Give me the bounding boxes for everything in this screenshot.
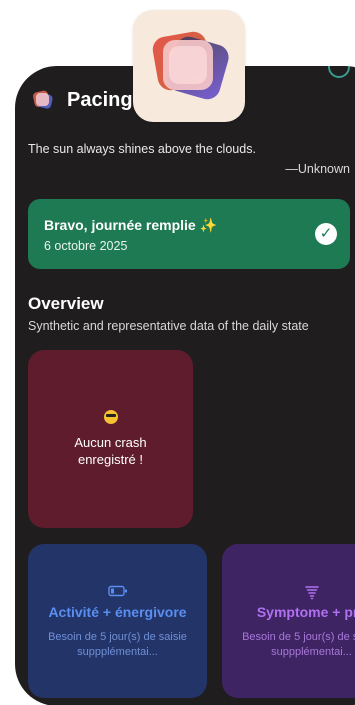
- day-complete-date: 6 octobre 2025: [44, 239, 128, 253]
- tornado-icon: [222, 584, 355, 600]
- pacing-logo-icon: [31, 88, 55, 112]
- app-title: Pacing: [67, 88, 133, 111]
- battery-low-icon: [28, 584, 207, 598]
- nav-bar: Pacing: [31, 88, 133, 112]
- phone-frame: Pacing The sun always shines above the c…: [15, 66, 355, 705]
- daily-quote: The sun always shines above the clouds. …: [28, 142, 350, 176]
- quote-author: —Unknown: [285, 162, 350, 176]
- quote-text: The sun always shines above the clouds.: [28, 142, 256, 156]
- day-complete-title: Bravo, journée remplie ✨: [44, 217, 218, 233]
- crash-summary-message: Aucun crash enregistré !: [74, 435, 147, 467]
- overview-subtitle: Synthetic and representative data of the…: [28, 319, 309, 333]
- camera-indicator-icon: [328, 66, 350, 78]
- activity-card[interactable]: Activité + énergivore Besoin de 5 jour(s…: [28, 544, 207, 698]
- activity-card-body: Besoin de 5 jour(s) de saisie suppplémen…: [48, 631, 187, 658]
- symptom-card[interactable]: Symptome + pré Besoin de 5 jour(s) de sa…: [222, 544, 355, 698]
- day-complete-card[interactable]: Bravo, journée remplie ✨ 6 octobre 2025 …: [28, 199, 350, 269]
- screenshot-stage: Pacing The sun always shines above the c…: [0, 0, 355, 705]
- pacing-app-icon: [152, 31, 229, 100]
- crash-summary-card[interactable]: Aucun crash enregistré !: [28, 350, 193, 528]
- symptom-card-title: Symptome + pré: [256, 604, 355, 620]
- app-screen: Pacing The sun always shines above the c…: [15, 66, 355, 705]
- sunglasses-emoji-icon: [103, 410, 118, 424]
- activity-card-title: Activité + énergivore: [48, 604, 187, 620]
- overview-heading: Overview: [28, 294, 104, 313]
- app-icon: [133, 10, 245, 122]
- checkmark-icon: ✓: [315, 223, 337, 245]
- symptom-card-body: Besoin de 5 jour(s) de saisie suppplémen…: [242, 631, 355, 658]
